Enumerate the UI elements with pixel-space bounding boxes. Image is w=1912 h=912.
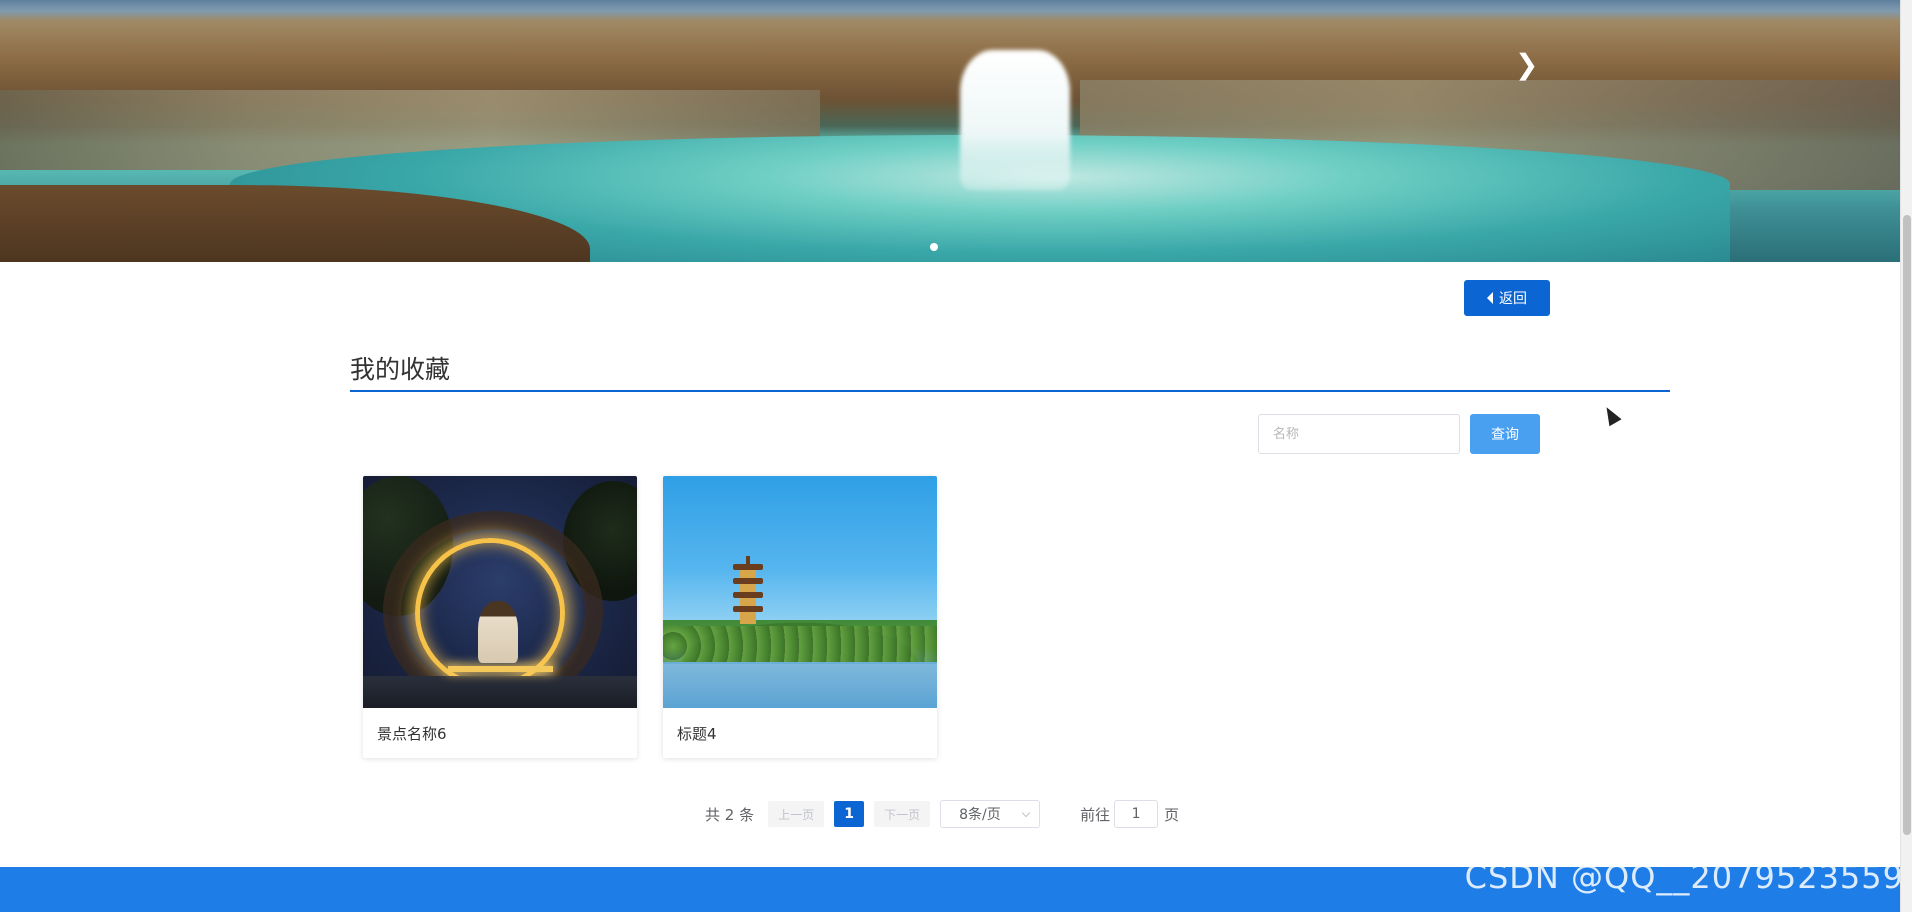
card-caption: 标题4 bbox=[677, 724, 717, 743]
back-button-label: 返回 bbox=[1499, 291, 1527, 307]
card-image bbox=[663, 476, 937, 708]
name-search-input[interactable] bbox=[1258, 414, 1460, 454]
pagoda-body bbox=[740, 570, 756, 578]
card-caption: 景点名称6 bbox=[377, 724, 447, 743]
card-image-water bbox=[663, 664, 937, 708]
search-button-label: 查询 bbox=[1491, 427, 1519, 443]
card-image bbox=[363, 476, 637, 708]
search-button[interactable]: 查询 bbox=[1470, 414, 1540, 454]
page-number-button[interactable]: 1 bbox=[834, 801, 865, 827]
page-title: 我的收藏 bbox=[350, 355, 451, 384]
watermark: CSDN @QQ__2079523559 bbox=[1464, 858, 1904, 896]
page-size-select[interactable]: 8条/页 bbox=[940, 800, 1041, 828]
goto-page-input[interactable] bbox=[1114, 800, 1159, 828]
card-image-bench bbox=[448, 666, 553, 672]
caret-left-icon bbox=[1487, 292, 1493, 304]
title-divider bbox=[350, 390, 1670, 392]
pagination-total: 共 2 条 bbox=[705, 805, 755, 824]
pagoda-body bbox=[740, 598, 756, 606]
page-unit-label: 页 bbox=[1164, 805, 1180, 824]
banner-image-waterfall bbox=[960, 50, 1070, 190]
favorite-card[interactable]: 景点名称6 bbox=[363, 476, 637, 758]
card-image-person bbox=[478, 601, 518, 663]
scrollbar[interactable] bbox=[1900, 0, 1912, 912]
card-image-pagoda bbox=[733, 556, 763, 628]
page: ❯ 返回 我的收藏 查询 景点名称6 bbox=[0, 0, 1912, 912]
page-size-value: 8条/页 bbox=[959, 807, 1001, 823]
carousel-indicator-dot[interactable] bbox=[930, 243, 938, 251]
pagination: 共 2 条 上一页 1 下一页 8条/页 前往 页 bbox=[705, 800, 1179, 828]
prev-page-button[interactable]: 上一页 bbox=[768, 801, 825, 827]
favorite-card[interactable]: 标题4 bbox=[663, 476, 937, 758]
mouse-cursor-icon bbox=[1600, 403, 1622, 427]
card-image-trees bbox=[663, 626, 937, 662]
card-image-ground bbox=[363, 676, 637, 708]
banner-carousel[interactable]: ❯ bbox=[0, 0, 1900, 262]
goto-label: 前往 bbox=[1080, 805, 1111, 824]
back-button[interactable]: 返回 bbox=[1464, 280, 1550, 316]
pagoda-body bbox=[740, 584, 756, 592]
chevron-down-icon bbox=[1021, 808, 1031, 817]
scrollbar-thumb[interactable] bbox=[1903, 215, 1911, 835]
next-page-button[interactable]: 下一页 bbox=[874, 801, 931, 827]
pagoda-body bbox=[740, 612, 756, 624]
chevron-right-icon[interactable]: ❯ bbox=[1515, 50, 1538, 80]
